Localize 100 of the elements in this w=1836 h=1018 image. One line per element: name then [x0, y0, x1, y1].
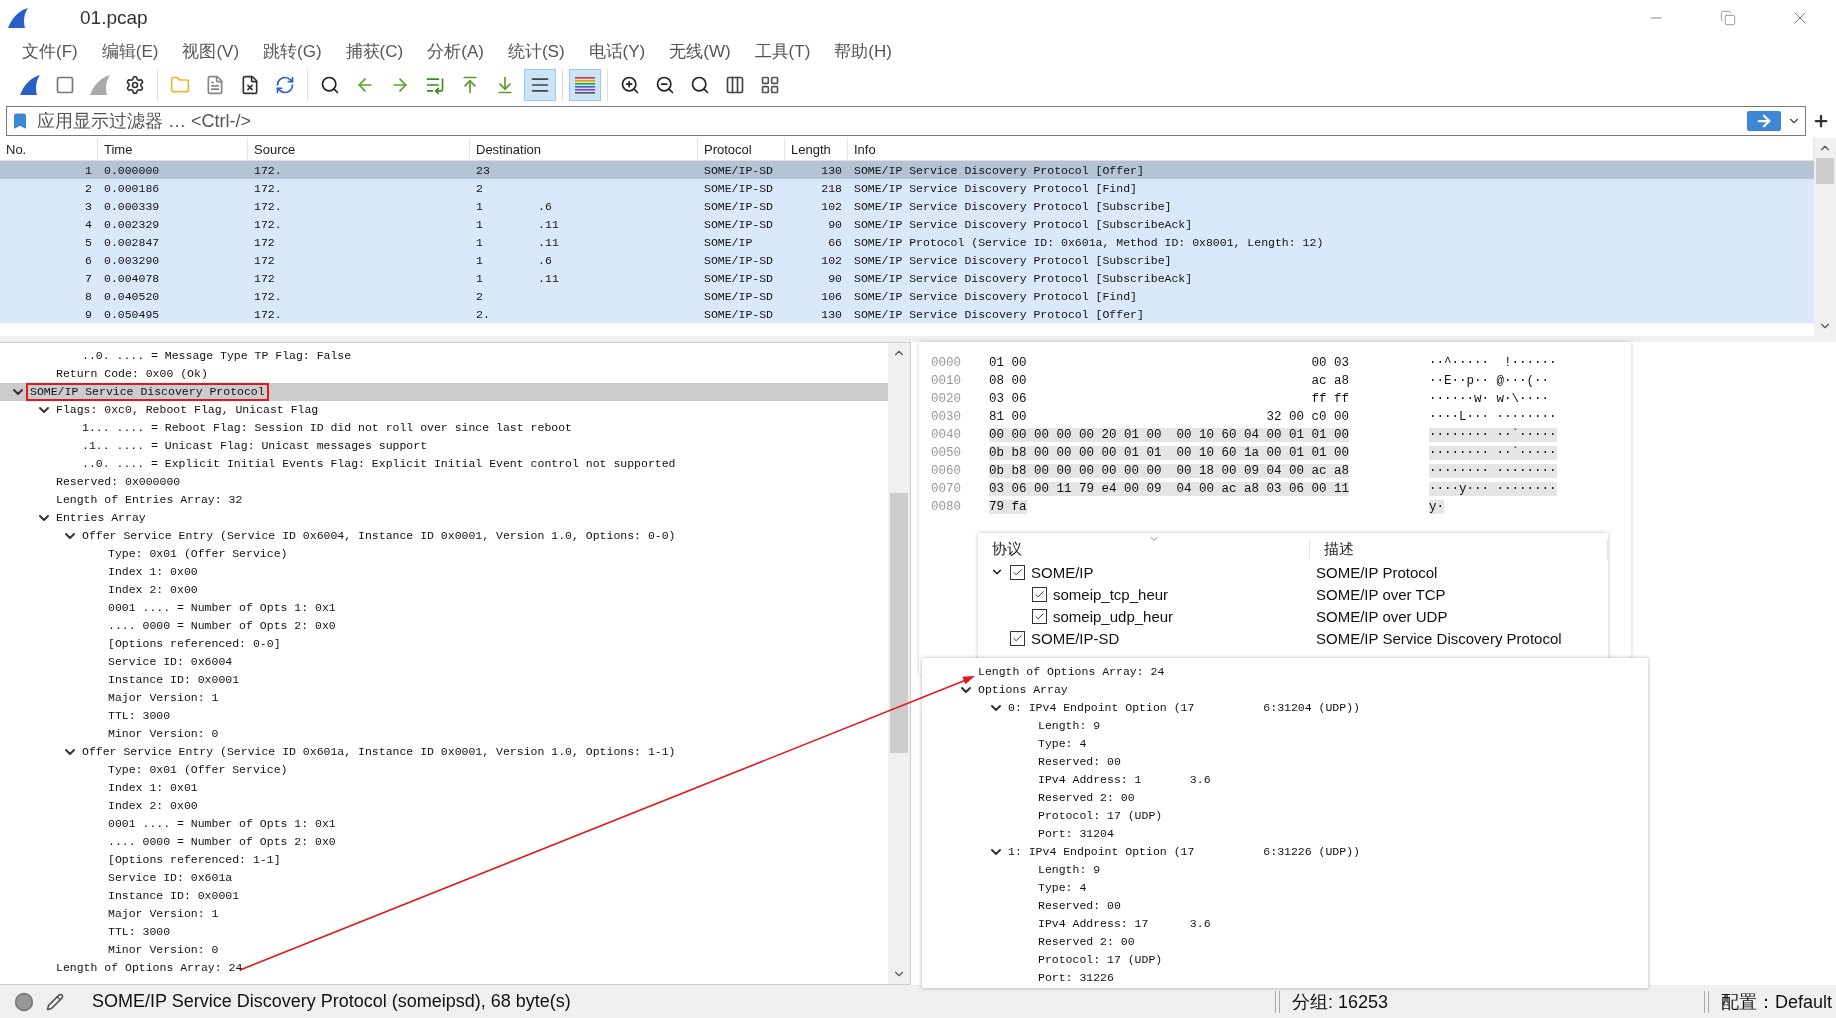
tree-row[interactable]: 0: IPv4 Endpoint Option (17 6:31204 (UDP)) [922, 699, 1648, 717]
packet-row[interactable]: 4 0.002329 172. 1 .11 SOME/IP-SD 90 SOME/IP Service Discovery Protocol [SubscribeAck] [0, 215, 1814, 233]
menu-item[interactable]: 统计(S) [495, 37, 577, 65]
tree-row[interactable]: 1: IPv4 Endpoint Option (17 6:31226 (UDP)) [922, 843, 1648, 861]
tree-row[interactable]: Length of Entries Array: 32 [0, 491, 888, 509]
packet-row[interactable]: 8 0.040520 172. 2 SOME/IP-SD 106 SOME/IP Service Discovery Protocol [Find] [0, 287, 1814, 305]
scrollbar-thumb[interactable] [1816, 158, 1834, 184]
tree-row[interactable]: Type: 4 [922, 879, 1648, 897]
packet-row[interactable]: 5 0.002847 172 1 .11 SOME/IP 66 SOME/IP Protocol (Service ID: 0x601a, Method ID: 0x8001, Length: 12) [0, 233, 1814, 251]
tree-row[interactable]: Length of Options Array: 24 [922, 663, 1648, 681]
checkbox[interactable] [1010, 564, 1025, 580]
tree-row[interactable]: Flags: 0xc0, Reboot Flag, Unicast Flag [0, 401, 888, 419]
column-header[interactable]: Source [248, 138, 470, 160]
packet-row[interactable]: 9 0.050495 172. 2. SOME/IP-SD 130 SOME/IP Service Discovery Protocol [Offer] [0, 305, 1814, 323]
tree-row[interactable]: Type: 0x01 (Offer Service) [0, 545, 888, 563]
tree-row[interactable]: SOME/IP Service Discovery Protocol [0, 383, 888, 401]
tree-row[interactable]: IPv4 Address: 1 3.6 [922, 771, 1648, 789]
tree-row[interactable]: Offer Service Entry (Service ID 0x601a, Instance ID 0x0001, Version 1.0, Options: 1-1) [0, 743, 888, 761]
tree-row[interactable]: Entries Array [0, 509, 888, 527]
tree-row[interactable]: 0001 .... = Number of Opts 1: 0x1 [0, 815, 888, 833]
column-header[interactable]: Destination [470, 138, 698, 160]
menu-item[interactable]: 电话(Y) [576, 37, 658, 65]
tree-row[interactable]: Minor Version: 0 [0, 941, 888, 959]
tree-row[interactable]: Reserved: 0x000000 [0, 473, 888, 491]
tree-row[interactable]: Major Version: 1 [0, 905, 888, 923]
tree-row[interactable]: [Options referenced: 1-1] [0, 851, 888, 869]
toolbar-button[interactable] [524, 69, 556, 101]
table-cell-text: 90 [827, 271, 843, 285]
tree-row[interactable]: Index 2: 0x00 [0, 581, 888, 599]
packet-row[interactable]: 3 0.000339 172. 1 .6 SOME/IP-SD 102 SOME/IP Service Discovery Protocol [Subscribe] [0, 197, 1814, 215]
tree-row[interactable]: Reserved 2: 00 [922, 933, 1648, 951]
tree-row[interactable]: Length of Options Array: 24 [0, 959, 888, 977]
tree-row[interactable]: Length: 9 [922, 861, 1648, 879]
window-title: 01.pcap [80, 7, 148, 29]
column-header[interactable]: 协议 [978, 539, 1310, 559]
checkbox[interactable] [1032, 608, 1047, 624]
tree-row[interactable]: [Options referenced: 0-0] [0, 635, 888, 653]
tree-row[interactable]: Options Array [922, 681, 1648, 699]
tree-row[interactable]: Length: 9 [922, 717, 1648, 735]
tree-row[interactable]: Major Version: 1 [0, 689, 888, 707]
scrollbar[interactable] [1814, 138, 1836, 336]
tree-row[interactable]: ..0. .... = Message Type TP Flag: False [0, 347, 888, 365]
tree-row[interactable]: IPv4 Address: 17 3.6 [922, 915, 1648, 933]
menu-item[interactable]: 跳转(G) [251, 37, 334, 65]
bookmark-icon[interactable] [11, 112, 29, 130]
menu-item[interactable]: 视图(V) [170, 37, 252, 65]
tree-row[interactable]: ..0. .... = Explicit Initial Events Flag: Explicit Initial Event control not supported [0, 455, 888, 473]
display-filter-field[interactable]: 应用显示过滤器 … <Ctrl-/> [35, 109, 1741, 133]
column-header[interactable]: Length [785, 138, 848, 160]
apply-filter-button[interactable] [1747, 111, 1781, 131]
menu-item[interactable]: 帮助(H) [822, 37, 904, 65]
tree-row[interactable]: 1... .... = Reboot Flag: Session ID did not roll over since last reboot [0, 419, 888, 437]
filter-field[interactable]: 应用显示过滤器 … <Ctrl-/> [6, 106, 1806, 136]
add-button-icon[interactable] [1812, 112, 1830, 130]
tree-row[interactable]: Instance ID: 0x0001 [0, 671, 888, 689]
tree-row[interactable]: Type: 4 [922, 735, 1648, 753]
packet-row[interactable]: 2 0.000186 172. 2 SOME/IP-SD 218 SOME/IP Service Discovery Protocol [Find] [0, 179, 1814, 197]
packet-row[interactable]: 1 0.000000 172. 23 SOME/IP-SD 130 SOME/IP Service Discovery Protocol [Offer] [0, 161, 1814, 179]
tree-row[interactable]: Service ID: 0x6004 [0, 653, 888, 671]
tree-row[interactable]: Protocol: 17 (UDP) [922, 807, 1648, 825]
column-header[interactable]: No. [0, 138, 98, 160]
tree-row[interactable]: Reserved: 00 [922, 897, 1648, 915]
tree-row[interactable]: Service ID: 0x601a [0, 869, 888, 887]
column-header[interactable]: Protocol [698, 138, 785, 160]
tree-row[interactable]: Reserved 2: 00 [922, 789, 1648, 807]
status-indicator-icon[interactable] [14, 991, 34, 1012]
tree-row[interactable]: Type: 0x01 (Offer Service) [0, 761, 888, 779]
tree-row[interactable]: Instance ID: 0x0001 [0, 887, 888, 905]
column-header[interactable]: 描述 [1310, 539, 1608, 559]
checkbox[interactable] [1010, 630, 1025, 646]
menu-item[interactable]: 分析(A) [415, 37, 496, 65]
checkbox[interactable] [1032, 586, 1047, 602]
tree-row[interactable]: Port: 31226 [922, 969, 1648, 987]
menu-item[interactable]: 工具(T) [742, 37, 823, 65]
tree-row[interactable]: Index 1: 0x01 [0, 779, 888, 797]
menu-item[interactable]: 无线(W) [657, 37, 743, 65]
tree-row[interactable]: Return Code: 0x00 (Ok) [0, 365, 888, 383]
tree-row[interactable]: Port: 31204 [922, 825, 1648, 843]
tree-row[interactable]: 0001 .... = Number of Opts 1: 0x1 [0, 599, 888, 617]
edit-icon[interactable] [46, 992, 64, 1011]
tree-row[interactable]: .1.. .... = Unicast Flag: Unicast messages support [0, 437, 888, 455]
tree-row[interactable]: Protocol: 17 (UDP) [922, 951, 1648, 969]
menu-item[interactable]: 编辑(E) [89, 37, 171, 65]
tree-row[interactable]: .... 0000 = Number of Opts 2: 0x0 [0, 833, 888, 851]
menu-item[interactable]: 捕获(C) [333, 37, 416, 65]
tree-row[interactable]: Index 1: 0x00 [0, 563, 888, 581]
table-cell-text: SOME/IP-SD [703, 271, 774, 285]
tree-row[interactable]: TTL: 3000 [0, 707, 888, 725]
tree-row[interactable]: Offer Service Entry (Service ID 0x6004, Instance ID 0x0001, Version 1.0, Options: 0-0) [0, 527, 888, 545]
menu-item[interactable]: 文件(F) [10, 37, 90, 65]
tree-row[interactable]: Index 2: 0x00 [0, 797, 888, 815]
tree-row[interactable]: Reserved: 00 [922, 753, 1648, 771]
tree-row[interactable]: TTL: 3000 [0, 923, 888, 941]
packet-row[interactable]: 7 0.004078 172 1 .11 SOME/IP-SD 90 SOME/IP Service Discovery Protocol [SubscribeAck] [0, 269, 1814, 287]
scrollbar-thumb[interactable] [890, 493, 908, 753]
column-header[interactable]: Time [98, 138, 248, 160]
packet-row[interactable]: 6 0.003290 172 1 .6 SOME/IP-SD 102 SOME/IP Service Discovery Protocol [Subscribe] [0, 251, 1814, 269]
tree-row[interactable]: Minor Version: 0 [0, 725, 888, 743]
scrollbar[interactable] [888, 343, 910, 984]
tree-row[interactable]: .... 0000 = Number of Opts 2: 0x0 [0, 617, 888, 635]
